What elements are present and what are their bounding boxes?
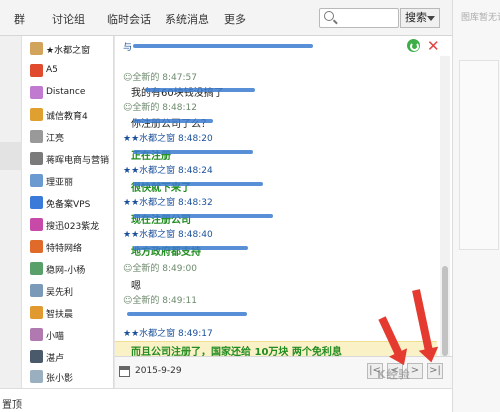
contact-name: 蒋晖电商与营销 (46, 156, 110, 166)
avatar (30, 130, 43, 143)
message-meta: ☺全新的 8:49:00 (123, 264, 197, 274)
tab-discussion[interactable]: 讨论组 (52, 11, 85, 27)
last-page-button[interactable]: >| (427, 363, 443, 379)
refresh-icon[interactable] (407, 39, 420, 52)
redaction-scribble (133, 119, 213, 123)
avatar (30, 196, 43, 209)
list-item[interactable]: 小喵 (22, 324, 113, 346)
left-strip-highlight (0, 142, 22, 170)
chat-title: 与 (123, 43, 133, 53)
redaction-scribble (133, 214, 273, 218)
contact-name: Distance (46, 87, 86, 97)
redaction-scribble (145, 88, 255, 92)
contact-name: 诚信教育4 (46, 112, 88, 122)
contact-name: 吴先利 (46, 288, 74, 298)
avatar (30, 284, 43, 297)
search-button[interactable]: 搜索 (400, 8, 440, 28)
redaction-scribble (133, 182, 263, 186)
tab-group[interactable]: 群 (14, 11, 25, 27)
contact-name: 智扶晨 (46, 310, 74, 320)
avatar (30, 350, 43, 363)
contact-name: 稳网-小杨 (46, 266, 86, 276)
search-input[interactable] (319, 8, 399, 28)
side-note: 图库暂无记 (461, 13, 500, 23)
avatar (30, 86, 43, 99)
list-item[interactable]: 特特网络 (22, 236, 113, 258)
list-item[interactable]: 智扶晨 (22, 302, 113, 324)
contact-name: 小喵 (46, 332, 65, 342)
avatar (30, 306, 43, 319)
left-strip (0, 36, 22, 388)
redaction-scribble (133, 44, 313, 48)
avatar (30, 152, 43, 165)
list-item[interactable]: Distance (22, 82, 113, 104)
right-side-panel: 图库暂无记 (452, 0, 500, 412)
search-icon (324, 11, 334, 21)
footer-text: 置顶 (2, 400, 22, 411)
tab-system-messages[interactable]: 系统消息 (165, 11, 209, 27)
list-item[interactable]: 吴先利 (22, 280, 113, 302)
avatar (30, 240, 43, 253)
list-item[interactable]: A5 (22, 60, 113, 82)
avatar (30, 64, 43, 77)
list-item[interactable]: 免备案VPS (22, 192, 113, 214)
close-icon[interactable]: ✕ (427, 37, 440, 55)
message-meta: ★★水都之窗 8:48:20 (123, 134, 213, 144)
contact-name: ★水都之窗 (46, 46, 91, 56)
contact-name: 搜迅023紫龙 (46, 222, 100, 232)
message-meta: ★★水都之窗 8:48:40 (123, 230, 213, 240)
top-navigation: 群 讨论组 临时会话 系统消息 更多 搜索 (0, 0, 452, 36)
message-meta: ☺全新的 8:49:11 (123, 296, 197, 306)
list-item[interactable]: 江亮 (22, 126, 113, 148)
list-item[interactable]: ★水都之窗 (22, 38, 113, 60)
redaction-scribble (133, 246, 248, 250)
page-footer: 置顶 (0, 388, 452, 412)
list-item[interactable]: 湛卢 (22, 346, 113, 368)
contact-name: 特特网络 (46, 244, 83, 254)
avatar (30, 174, 43, 187)
redaction-scribble (127, 312, 247, 316)
message-meta: ☺全新的 8:47:57 (123, 73, 197, 83)
avatar (30, 108, 43, 121)
tab-more[interactable]: 更多 (224, 11, 246, 27)
contact-list: ★水都之窗 A5 Distance 诚信教育4 江亮 蒋晖电商与营销 理亚丽 免… (22, 36, 114, 388)
list-item[interactable]: 诚信教育4 (22, 104, 113, 126)
message-meta: ★★水都之窗 8:49:17 (123, 329, 213, 339)
contact-name: 湛卢 (46, 354, 65, 364)
history-date[interactable]: 2015-9-29 (135, 366, 182, 376)
avatar (30, 328, 43, 341)
search-button-label: 搜索 (405, 11, 427, 24)
message-meta: ★★水都之窗 8:48:24 (123, 166, 213, 176)
message-meta: ★★水都之窗 8:48:32 (123, 198, 213, 208)
chevron-down-icon[interactable] (427, 16, 435, 21)
list-item[interactable]: 搜迅023紫龙 (22, 214, 113, 236)
chat-header: 与 ✕ (115, 36, 452, 56)
list-item[interactable]: 稳网-小杨 (22, 258, 113, 280)
calendar-icon[interactable] (119, 366, 130, 377)
list-item[interactable]: 蒋晖电商与营销 (22, 148, 113, 170)
message-text: 嗯 (131, 281, 141, 292)
contact-name: 江亮 (46, 134, 65, 144)
tab-temp-chat[interactable]: 临时会话 (107, 11, 151, 27)
avatar (30, 370, 43, 383)
avatar (30, 262, 43, 275)
message-scrollbar[interactable] (440, 56, 450, 356)
redaction-scribble (133, 150, 253, 154)
list-item[interactable]: 理亚丽 (22, 170, 113, 192)
contact-name: A5 (46, 65, 58, 75)
message-meta: ☺全新的 8:48:12 (123, 103, 197, 113)
contact-name: 理亚丽 (46, 178, 74, 188)
side-box (459, 60, 499, 250)
watermark: K经验 (377, 368, 411, 381)
list-item[interactable]: 张小影 (22, 366, 113, 388)
avatar (30, 218, 43, 231)
scrollbar-thumb[interactable] (442, 266, 448, 356)
chat-history-panel: 与 ✕ ☺全新的 8:47:57 我的有60块钱没搞了 ☺全新的 8:48:12… (115, 36, 452, 377)
avatar (30, 42, 43, 55)
contact-name: 张小影 (46, 374, 74, 384)
contact-name: 免备案VPS (46, 200, 91, 210)
message-list: ☺全新的 8:47:57 我的有60块钱没搞了 ☺全新的 8:48:12 你注册… (115, 56, 437, 377)
